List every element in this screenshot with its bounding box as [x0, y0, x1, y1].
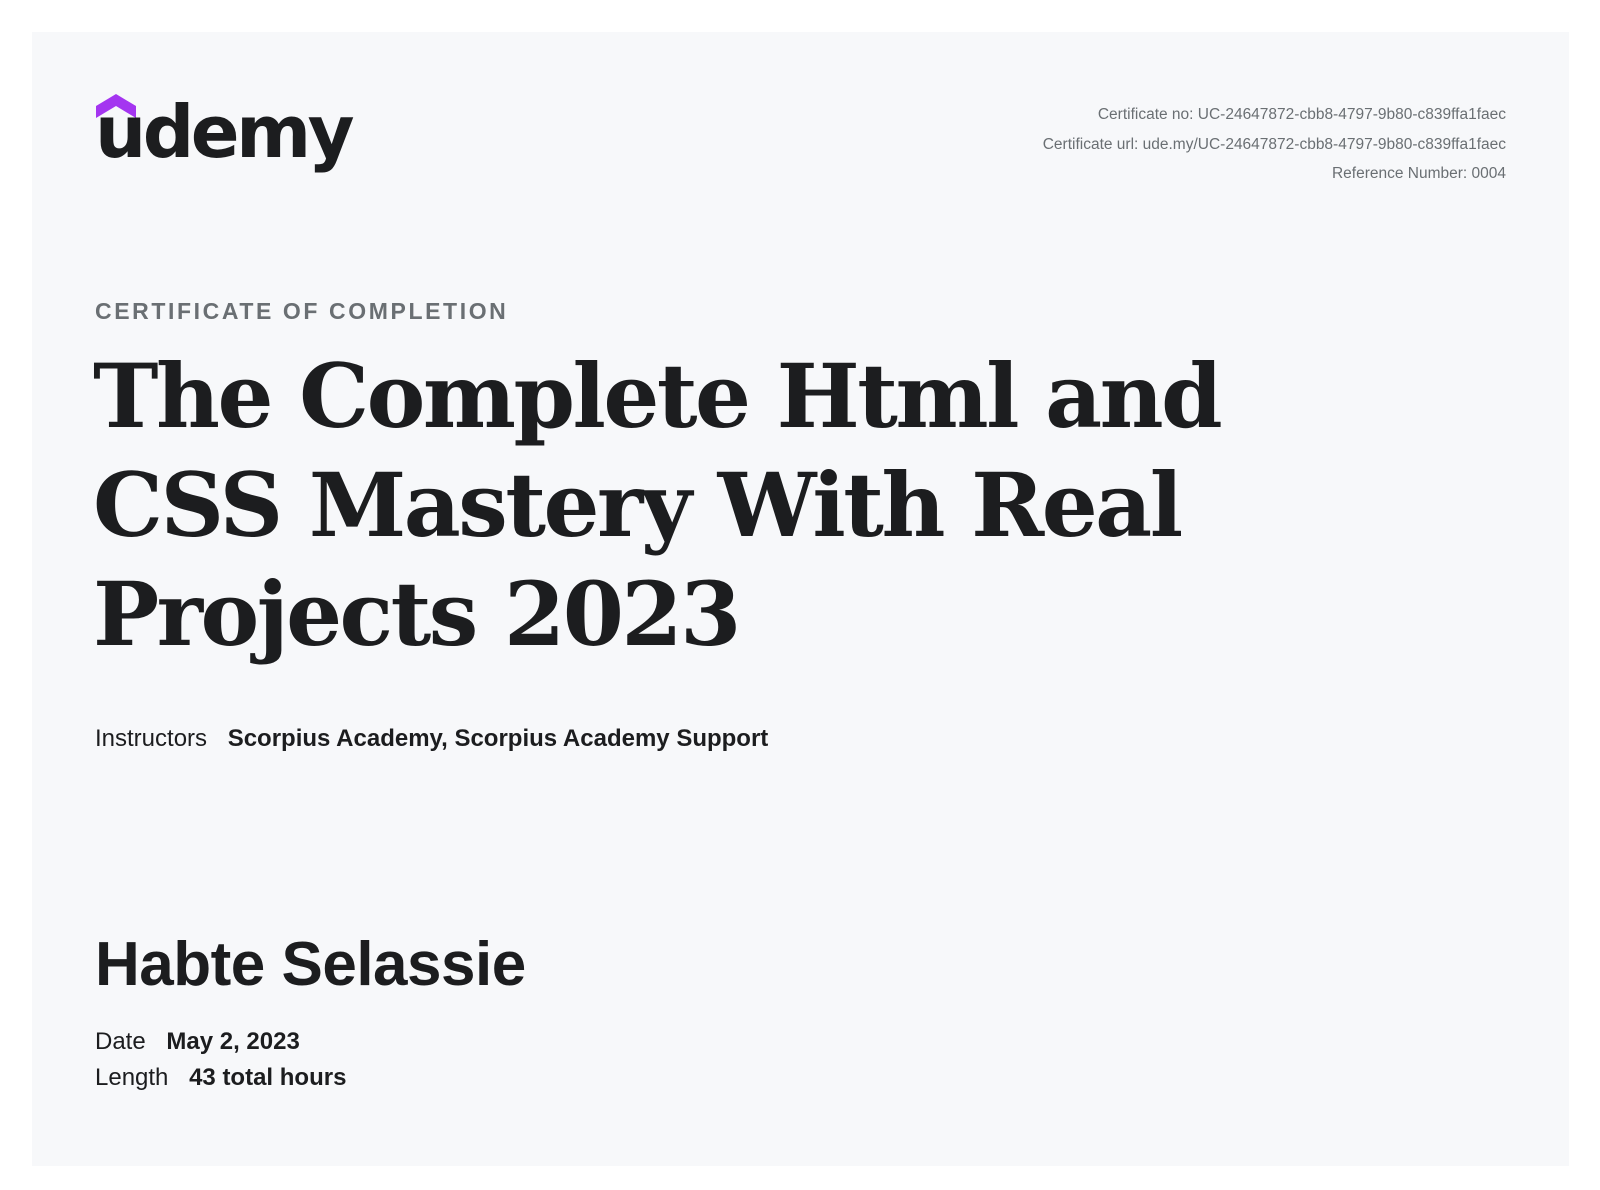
date-row: Date May 2, 2023 — [95, 1024, 346, 1060]
instructor-name: Scorpius Academy, — [227, 725, 448, 752]
length-label: Length — [95, 1064, 169, 1091]
certificate-url: Certificate url: ude.my/UC-24647872-cbb8… — [1042, 135, 1506, 153]
certificate-meta: Certificate no: UC-24647872-cbb8-4797-9b… — [1043, 100, 1506, 189]
recipient-name: Habte Selassie — [95, 930, 526, 999]
length-value: 43 total hours — [189, 1064, 347, 1091]
certificate-number: Certificate no: UC-24647872-cbb8-4797-9b… — [1097, 106, 1506, 123]
course-title: The Complete Html and CSS Mastery With R… — [93, 344, 1223, 666]
reference-number: Reference Number: 0004 — [1331, 165, 1506, 182]
date-value: May 2, 2023 — [166, 1028, 300, 1055]
udemy-logo: udemy — [95, 94, 365, 194]
length-row: Length 43 total hours — [95, 1060, 346, 1096]
certificate-heading: CERTIFICATE OF COMPLETION — [95, 298, 509, 324]
instructor-name: Scorpius Academy Support — [454, 725, 769, 752]
course-facts: Date May 2, 2023 Length 43 total hours — [95, 1024, 346, 1096]
certificate: udemy Certificate no: UC-24647872-cbb8-4… — [32, 32, 1569, 1166]
instructors-label: Instructors — [95, 725, 208, 752]
instructors-line: Instructors Scorpius Academy, Scorpius A… — [95, 725, 768, 753]
logo-wordmark: udemy — [95, 90, 355, 174]
date-label: Date — [95, 1028, 146, 1055]
